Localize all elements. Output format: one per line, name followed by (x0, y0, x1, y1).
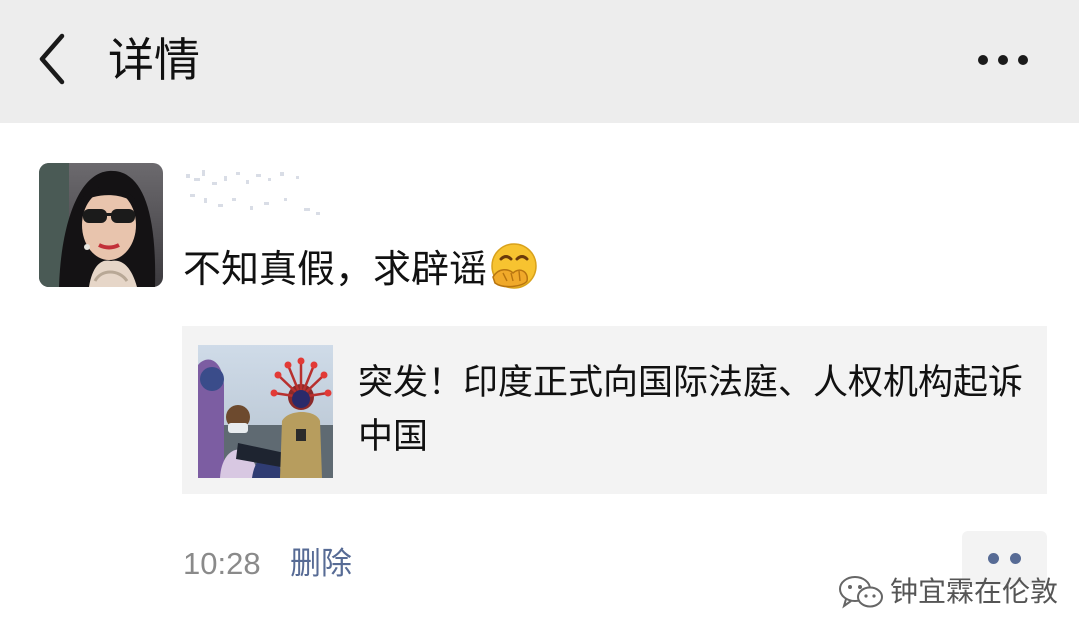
back-button[interactable] (30, 32, 78, 86)
chevron-left-icon (39, 33, 65, 85)
article-thumbnail (198, 345, 333, 478)
shared-article-card[interactable]: 突发！印度正式向国际法庭、人权机构起诉中国 (182, 326, 1047, 494)
face-with-hand-over-mouth-emoji (491, 243, 537, 289)
comment-dots-icon-second (1010, 553, 1021, 564)
username-redacted[interactable] (184, 168, 334, 216)
post-time: 10:28 (183, 546, 261, 581)
delete-button[interactable]: 删除 (290, 541, 352, 587)
page-title: 详情 (108, 33, 200, 87)
post-text-content: 不知真假，求辟谣 (183, 247, 488, 291)
top-bar: 详情 (0, 0, 1079, 123)
more-dots-icon (978, 55, 1028, 65)
more-button[interactable] (972, 40, 1034, 80)
watermark-text: 钟宜霖在伦敦 (890, 575, 1059, 608)
article-title: 突发！印度正式向国际法庭、人权机构起诉中国 (358, 363, 1024, 457)
post-text: 不知真假，求辟谣 (183, 238, 539, 300)
comment-dots-icon (988, 553, 999, 564)
wechat-icon (839, 576, 883, 609)
avatar[interactable] (39, 163, 163, 287)
